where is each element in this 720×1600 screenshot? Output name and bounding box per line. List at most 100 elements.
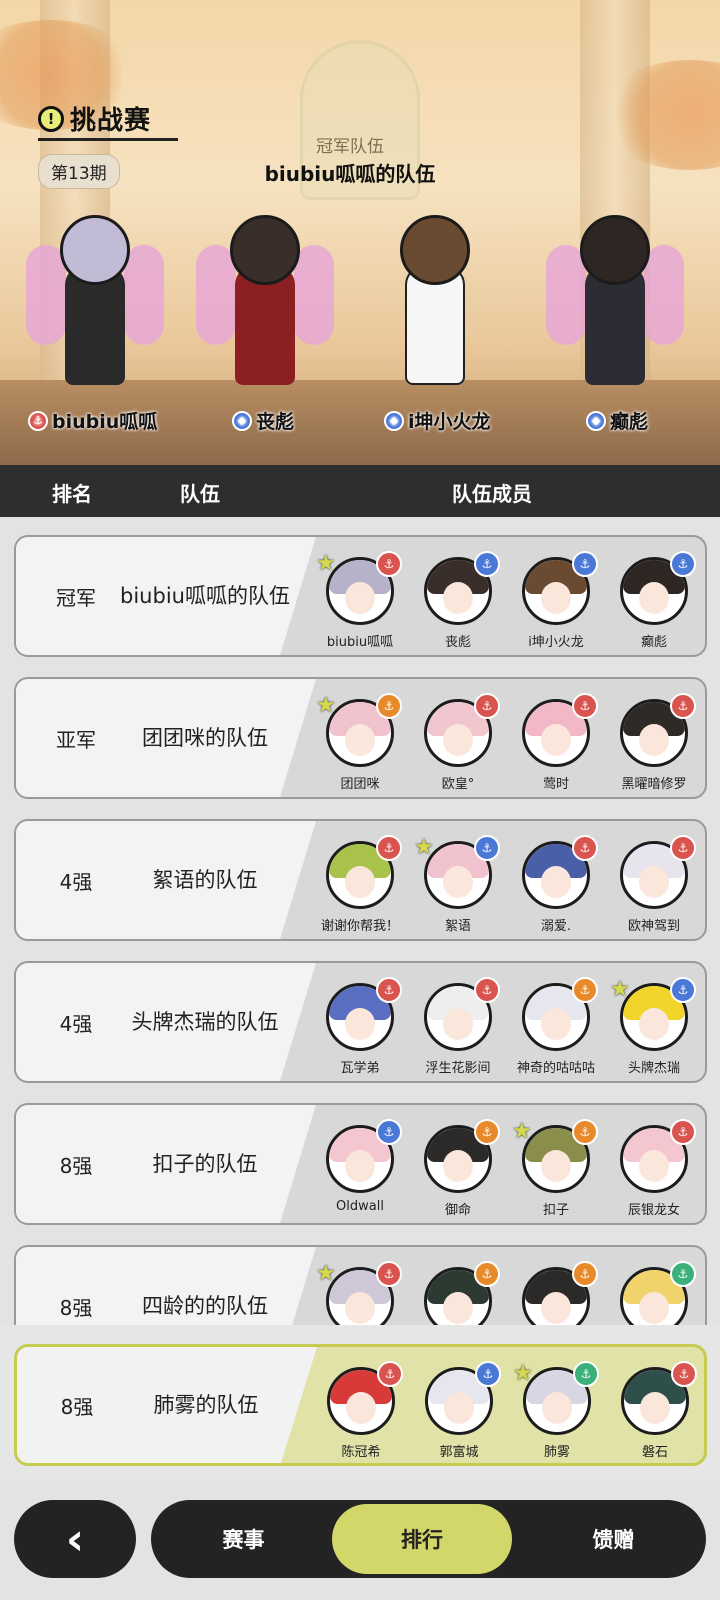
team-member[interactable]: ⚓ 溺爱. xyxy=(508,835,604,935)
team-member[interactable]: ⚓ 癫彪 xyxy=(606,551,702,651)
rank-label: 8强 xyxy=(60,1394,94,1419)
shield-icon: ◆ xyxy=(586,410,606,431)
star-icon: ★ xyxy=(316,1261,336,1286)
member-name: 黑曜暗修罗 xyxy=(621,777,687,792)
member-name: Oldwall xyxy=(336,1199,384,1214)
role-badge-icon: ⚓ xyxy=(670,1261,696,1287)
banner: ! 挑战赛 第13期 冠军队伍 biubiu呱呱的队伍 ⚓ biubiu呱呱 ◆… xyxy=(0,0,720,465)
member-name: 欧皇° xyxy=(441,777,475,792)
back-button[interactable]: ‹ xyxy=(14,1500,136,1578)
role-badge-icon: ⚓ xyxy=(670,693,696,719)
team-member[interactable]: ⚓ xyxy=(606,1261,702,1325)
team-name: 絮语的队伍 xyxy=(152,868,258,892)
event-title: ! 挑战赛 xyxy=(38,100,151,137)
team-member[interactable]: ⚓ 莺时 xyxy=(508,693,604,793)
rank-label: 4强 xyxy=(59,1011,93,1036)
role-badge-icon: ⚓ xyxy=(474,1261,500,1287)
role-badge-icon: ⚓ xyxy=(376,977,402,1003)
role-badge-icon: ⚓ xyxy=(474,977,500,1003)
member-name: 头牌杰瑞 xyxy=(627,1061,680,1076)
ranking-list[interactable]: 冠军 biubiu呱呱的队伍 ★ ⚓ biubiu呱呱 ⚓ 丧彪 ⚓ i坤小火龙 ⚓ 癫彪 亚军 团团咪… xyxy=(0,517,720,1325)
period-badge: 第13期 xyxy=(38,154,120,189)
team-member[interactable]: ⚓ Oldwall xyxy=(312,1119,408,1219)
team-member[interactable]: ★ ⚓ biubiu呱呱 xyxy=(312,551,408,651)
team-member[interactable]: ⚓ 郭富城 xyxy=(411,1361,507,1461)
role-badge-icon: ⚓ xyxy=(474,835,500,861)
role-badge-icon: ⚓ xyxy=(573,1361,599,1387)
member-name: biubiu呱呱 xyxy=(326,635,394,650)
hero-figure[interactable] xyxy=(190,205,340,395)
role-badge-icon: ⚓ xyxy=(474,1119,500,1145)
role-badge-icon: ⚓ xyxy=(572,551,598,577)
hero-name: ⚓ biubiu呱呱 xyxy=(28,407,157,434)
member-name: 肺雾 xyxy=(543,1445,570,1460)
team-member[interactable]: ★ ⚓ xyxy=(312,1261,408,1325)
info-icon[interactable]: ! xyxy=(38,105,64,132)
team-member[interactable]: ⚓ 瓦学弟 xyxy=(312,977,408,1077)
role-badge-icon: ⚓ xyxy=(376,835,402,861)
member-name: 絮语 xyxy=(444,919,471,934)
role-badge-icon: ⚓ xyxy=(572,1119,598,1145)
tab-events[interactable]: 赛事 xyxy=(151,1500,336,1578)
team-member[interactable]: ⚓ 欧皇° xyxy=(410,693,506,793)
hero-figure[interactable] xyxy=(540,205,690,395)
member-name: 莺时 xyxy=(542,777,569,792)
rank-label: 8强 xyxy=(59,1295,93,1320)
table-header: 排名 队伍 队伍成员 xyxy=(0,465,720,517)
team-member[interactable]: ★ ⚓ 絮语 xyxy=(410,835,506,935)
role-badge-icon: ⚓ xyxy=(670,551,696,577)
role-badge-icon: ⚓ xyxy=(475,1361,501,1387)
member-name: 陈冠希 xyxy=(341,1445,381,1460)
shield-icon: ◆ xyxy=(232,410,252,431)
team-member[interactable]: ⚓ 欧神驾到 xyxy=(606,835,702,935)
role-badge-icon: ⚓ xyxy=(376,1261,402,1287)
team-member[interactable]: ⚓ i坤小火龙 xyxy=(508,551,604,651)
team-name: biubiu呱呱的队伍 xyxy=(120,584,290,608)
anchor-icon: ⚓ xyxy=(28,410,48,431)
team-member[interactable]: ⚓ 辰银龙女 xyxy=(606,1119,702,1219)
team-member[interactable]: ⚓ 磐石 xyxy=(607,1361,703,1461)
ranking-row[interactable]: 8强 四龄的的队伍 ★ ⚓ ⚓ ⚓ ⚓ xyxy=(14,1245,707,1325)
team-member[interactable]: ⚓ 御命 xyxy=(410,1119,506,1219)
team-member[interactable]: ⚓ 丧彪 xyxy=(410,551,506,651)
team-member[interactable]: ⚓ 谢谢你帮我！ xyxy=(312,835,408,935)
ranking-row[interactable]: 冠军 biubiu呱呱的队伍 ★ ⚓ biubiu呱呱 ⚓ 丧彪 ⚓ i坤小火龙 ⚓ 癫彪 xyxy=(14,535,707,657)
champion-label: 冠军队伍 xyxy=(316,137,384,157)
ranking-row[interactable]: 4强 絮语的队伍 ⚓ 谢谢你帮我！ ★ ⚓ 絮语 ⚓ 溺爱. ⚓ 欧神驾到 xyxy=(14,819,707,941)
team-name: 扣子的队伍 xyxy=(152,1152,258,1176)
member-name: 郭富城 xyxy=(439,1445,479,1460)
tab-bar: 赛事 排行 馈赠 xyxy=(151,1500,706,1578)
team-member[interactable]: ⚓ 黑曜暗修罗 xyxy=(606,693,702,793)
team-member[interactable]: ★ ⚓ 团团咪 xyxy=(312,693,408,793)
tab-rewards[interactable]: 馈赠 xyxy=(521,1500,706,1578)
team-name: 头牌杰瑞的队伍 xyxy=(131,1010,279,1034)
team-member[interactable]: ⚓ 神奇的咕咕咕 xyxy=(508,977,604,1077)
team-member[interactable]: ⚓ 陈冠希 xyxy=(313,1361,409,1461)
role-badge-icon: ⚓ xyxy=(670,977,696,1003)
shield-icon: ◆ xyxy=(384,410,404,431)
member-name: 谢谢你帮我！ xyxy=(320,919,399,934)
member-name: 辰银龙女 xyxy=(627,1203,680,1218)
team-member[interactable]: ⚓ 浮生花影间 xyxy=(410,977,506,1077)
ranking-row[interactable]: 亚军 团团咪的队伍 ★ ⚓ 团团咪 ⚓ 欧皇° ⚓ 莺时 ⚓ 黑曜暗修罗 xyxy=(14,677,707,799)
rank-label: 4强 xyxy=(59,869,93,894)
event-title-text: 挑战赛 xyxy=(70,106,152,136)
my-team-row[interactable]: 8强 肺雾的队伍 ⚓ 陈冠希 ⚓ 郭富城 ★ ⚓ 肺雾 ⚓ 磐石 xyxy=(14,1344,707,1466)
role-badge-icon: ⚓ xyxy=(572,977,598,1003)
member-name: 癫彪 xyxy=(640,635,667,650)
team-member[interactable]: ★ ⚓ 头牌杰瑞 xyxy=(606,977,702,1077)
column-header-members: 队伍成员 xyxy=(452,482,532,506)
team-member[interactable]: ★ ⚓ 肺雾 xyxy=(509,1361,605,1461)
member-name: 瓦学弟 xyxy=(340,1061,380,1076)
hero-figure[interactable] xyxy=(20,205,170,395)
tab-ranking[interactable]: 排行 xyxy=(332,1504,512,1574)
member-name: 神奇的咕咕咕 xyxy=(516,1061,595,1076)
team-member[interactable]: ⚓ xyxy=(508,1261,604,1325)
hero-figure[interactable] xyxy=(360,205,510,395)
ranking-row[interactable]: 4强 头牌杰瑞的队伍 ⚓ 瓦学弟 ⚓ 浮生花影间 ⚓ 神奇的咕咕咕 ★ ⚓ 头牌杰瑞 xyxy=(14,961,707,1083)
team-member[interactable]: ⚓ xyxy=(410,1261,506,1325)
ranking-row[interactable]: 8强 扣子的队伍 ⚓ Oldwall ⚓ 御命 ★ ⚓ 扣子 ⚓ 辰银龙女 xyxy=(14,1103,707,1225)
team-member[interactable]: ★ ⚓ 扣子 xyxy=(508,1119,604,1219)
role-badge-icon: ⚓ xyxy=(376,693,402,719)
member-name: 扣子 xyxy=(542,1203,569,1218)
